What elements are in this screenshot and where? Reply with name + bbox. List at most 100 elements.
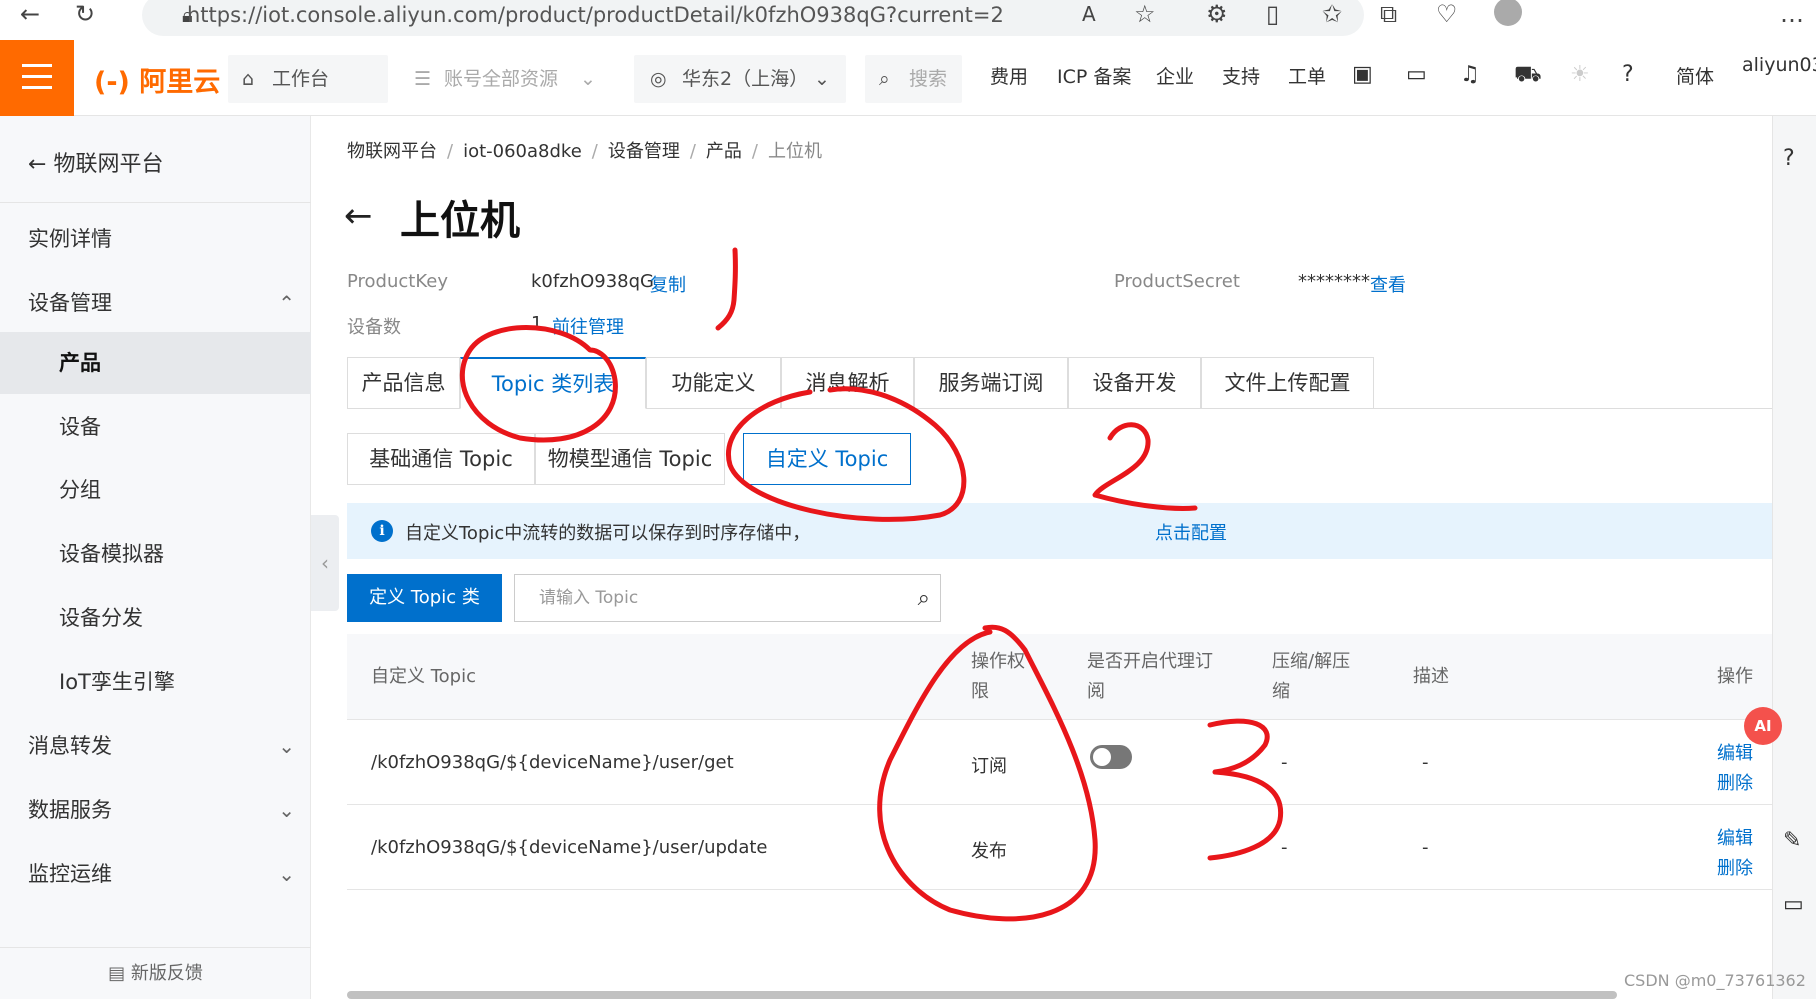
sidebar-item-twin-engine[interactable]: IoT孪生引擎: [0, 651, 311, 713]
location-icon: ◎: [650, 68, 667, 90]
menu-button[interactable]: [0, 40, 74, 116]
terminal-icon[interactable]: ▭: [1406, 62, 1427, 87]
sidebar-item-device-mgmt[interactable]: 设备管理 ⌃: [0, 272, 311, 334]
breadcrumb-device-mgmt[interactable]: 设备管理: [608, 141, 680, 162]
logo-mark-icon: (-): [94, 67, 130, 98]
desc-cell: -: [1422, 752, 1429, 773]
bell-icon[interactable]: ♫: [1460, 62, 1480, 87]
tab-topic-list[interactable]: Topic 类列表: [460, 357, 646, 409]
read-aloud-icon[interactable]: A: [1082, 2, 1096, 26]
workbench-button[interactable]: ⌂ 工作台: [228, 55, 388, 103]
cart-icon[interactable]: ⛟: [1514, 62, 1542, 90]
nav-support[interactable]: 支持: [1222, 62, 1260, 89]
sidebar-item-monitoring[interactable]: 监控运维 ⌄: [0, 843, 311, 905]
sidebar-item-label: 数据服务: [28, 798, 112, 822]
resource-icon: ☰: [414, 68, 432, 90]
proxy-subscribe-toggle[interactable]: [1090, 745, 1132, 769]
sidebar-item-data-service[interactable]: 数据服务 ⌄: [0, 779, 311, 841]
delete-link[interactable]: 删除: [1717, 854, 1753, 880]
region-selector[interactable]: ◎ 华东2（上海） ⌄: [634, 55, 846, 103]
bulb-icon[interactable]: ☀: [1570, 62, 1590, 87]
sidebar-item-message-forward[interactable]: 消息转发 ⌄: [0, 715, 311, 777]
define-topic-button[interactable]: 定义 Topic 类: [347, 574, 502, 622]
tab-message-parse[interactable]: 消息解析: [781, 357, 914, 409]
subtab-model-topic[interactable]: 物模型通信 Topic: [535, 433, 725, 485]
resource-selector[interactable]: ☰ 账号全部资源 ⌄: [400, 55, 618, 103]
home-icon: ⌂: [242, 68, 255, 90]
feedback-button[interactable]: ▤ 新版反馈: [0, 947, 311, 999]
edit-link[interactable]: 编辑: [1717, 824, 1753, 850]
configure-link[interactable]: 点击配置: [1155, 519, 1227, 545]
tab-product-info[interactable]: 产品信息: [347, 357, 460, 409]
back-icon[interactable]: ←: [20, 2, 40, 26]
sidebar-item-instance[interactable]: 实例详情: [0, 208, 311, 270]
table-row: /k0fzhO938qG/${deviceName}/user/get 订阅 -…: [347, 720, 1772, 805]
nav-ticket[interactable]: 工单: [1288, 62, 1326, 89]
sidebar-item-label: 实例详情: [28, 227, 112, 251]
sidebar-item-distribution[interactable]: 设备分发: [0, 587, 311, 649]
tab-file-upload[interactable]: 文件上传配置: [1201, 357, 1374, 409]
copy-link[interactable]: 复制: [650, 271, 686, 297]
tab-server-subscription[interactable]: 服务端订阅: [914, 357, 1068, 409]
health-icon[interactable]: ♡: [1436, 2, 1458, 26]
help-icon[interactable]: ?: [1783, 146, 1795, 171]
sidebar-item-label: 设备分发: [59, 606, 143, 630]
table-header: 自定义 Topic 操作权限 是否开启代理订阅 压缩/解压缩 描述 操作: [347, 634, 1772, 720]
edit-link[interactable]: 编辑: [1717, 739, 1753, 765]
sidebar-item-product[interactable]: 产品: [0, 332, 311, 394]
ai-assistant-button[interactable]: AI: [1744, 707, 1782, 745]
profile-avatar[interactable]: [1494, 0, 1522, 26]
chat-icon[interactable]: ▭: [1783, 892, 1804, 917]
chevron-down-icon: ⌄: [814, 68, 830, 90]
subtab-basic-topic[interactable]: 基础通信 Topic: [347, 433, 535, 485]
sidebar-item-group[interactable]: 分组: [0, 459, 311, 521]
search-box[interactable]: ⌕ 搜索: [865, 55, 962, 103]
sidebar-item-label: 设备: [59, 415, 101, 439]
back-arrow-icon[interactable]: ←: [344, 196, 373, 236]
tab-function-def[interactable]: 功能定义: [646, 357, 781, 409]
favorite-icon[interactable]: ☆: [1134, 2, 1156, 26]
breadcrumb-product[interactable]: 产品: [706, 141, 742, 162]
more-icon[interactable]: …: [1780, 2, 1804, 26]
search-icon[interactable]: ⌕: [918, 586, 930, 611]
manage-devices-link[interactable]: 前往管理: [552, 313, 624, 339]
help-icon[interactable]: ?: [1622, 62, 1634, 87]
edit-icon[interactable]: ✎: [1783, 828, 1801, 853]
watermark-text: CSDN @m0_73761362: [1624, 971, 1806, 990]
aliyun-logo[interactable]: (-) 阿里云: [94, 60, 220, 99]
breadcrumb-instance[interactable]: iot-060a8dke: [463, 141, 582, 162]
split-screen-icon[interactable]: ▯: [1266, 2, 1279, 26]
view-secret-link[interactable]: 查看: [1370, 271, 1406, 297]
sidebar-collapse-handle[interactable]: ‹: [311, 515, 339, 611]
language-switch[interactable]: 简体: [1676, 62, 1714, 89]
sidebar-item-simulator[interactable]: 设备模拟器: [0, 523, 311, 585]
divider: [1374, 408, 1772, 409]
url-text[interactable]: https://iot.console.aliyun.com/product/p…: [187, 3, 1004, 27]
breadcrumb-iot[interactable]: 物联网平台: [347, 141, 437, 162]
extensions-icon[interactable]: ⚙: [1206, 2, 1228, 26]
nav-enterprise[interactable]: 企业: [1156, 62, 1194, 89]
horizontal-scrollbar[interactable]: [347, 991, 1617, 999]
sidebar-item-device[interactable]: 设备: [0, 396, 311, 458]
info-text: 自定义Topic中流转的数据可以保存到时序存储中，: [405, 523, 811, 544]
subtab-custom-topic[interactable]: 自定义 Topic: [743, 433, 911, 485]
app-icon[interactable]: ▣: [1352, 62, 1373, 87]
topic-search-input[interactable]: [515, 575, 895, 621]
nav-icp[interactable]: ICP 备案: [1057, 62, 1131, 89]
delete-link[interactable]: 删除: [1717, 769, 1753, 795]
tab-device-dev[interactable]: 设备开发: [1068, 357, 1201, 409]
product-key-label: ProductKey: [347, 271, 448, 292]
annotation-number-2: [1092, 422, 1198, 511]
topic-search-box: ⌕: [514, 574, 941, 622]
account-name[interactable]: aliyun034: [1742, 54, 1816, 76]
breadcrumb: 物联网平台 / iot-060a8dke / 设备管理 / 产品 / 上位机: [347, 141, 822, 162]
reload-icon[interactable]: ↻: [75, 2, 95, 26]
browser-toolbar: ← ↻ 🔒︎ https://iot.console.aliyun.com/pr…: [0, 0, 1816, 40]
arrow-left-icon: ←: [28, 152, 47, 177]
permission-cell: 订阅: [971, 756, 1007, 777]
address-bar[interactable]: 🔒︎ https://iot.console.aliyun.com/produc…: [142, 0, 1364, 36]
nav-cost[interactable]: 费用: [990, 62, 1028, 89]
collections-icon[interactable]: ⧉: [1380, 2, 1397, 26]
favorites-bar-icon[interactable]: ✩: [1322, 2, 1342, 26]
sidebar-back[interactable]: ← 物联网平台: [28, 146, 163, 178]
